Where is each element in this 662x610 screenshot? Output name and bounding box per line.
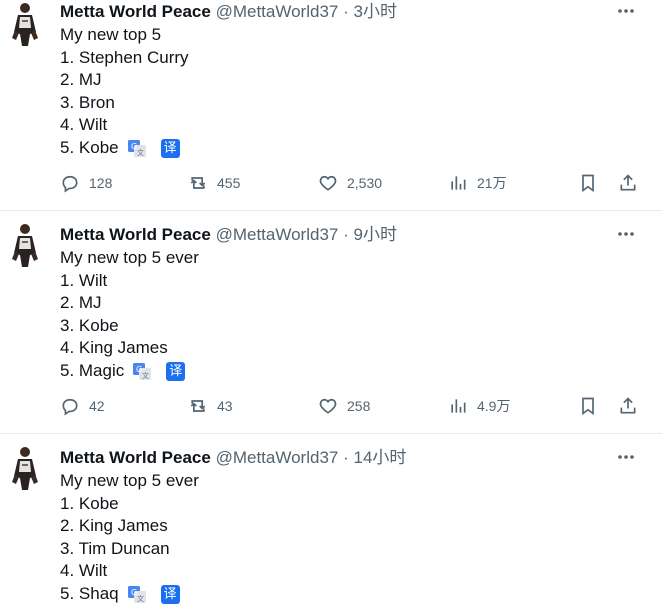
tweet-line: My new top 5 [60, 25, 162, 44]
svg-text:文: 文 [137, 594, 144, 603]
tweet-line: 4. Wilt [60, 561, 108, 580]
translate-badge[interactable]: 译 [160, 138, 180, 158]
view-count: 4.9万 [477, 398, 511, 414]
tweet-line: 3. Kobe [60, 315, 119, 335]
author-handle[interactable]: @MettaWorld37 [216, 225, 339, 244]
share-button[interactable] [618, 173, 647, 193]
reply-icon [62, 175, 78, 193]
reply-count: 42 [89, 398, 105, 414]
repost-count: 43 [217, 398, 233, 414]
tweet-line: 1. Wilt [60, 270, 108, 290]
author-name[interactable]: Metta World Peace [60, 225, 211, 244]
more-horizontal-icon[interactable] [616, 226, 636, 242]
avatar[interactable] [10, 2, 40, 48]
author-handle[interactable]: @MettaWorld37 [216, 2, 339, 21]
repost-icon [190, 177, 206, 189]
like-count: 258 [347, 398, 371, 414]
author-handle[interactable]: @MettaWorld37 [216, 448, 339, 467]
tweet-line: My new top 5 ever [60, 471, 199, 490]
like-count: 2,530 [347, 175, 383, 191]
separator: · [343, 225, 349, 244]
share-icon [620, 397, 636, 414]
timestamp[interactable]: 9小时 [354, 225, 397, 244]
repost-button[interactable]: 43 [188, 396, 233, 416]
google-translate-icon[interactable]: G文 [127, 138, 147, 158]
tweet-line: 3. Tim Duncan [60, 538, 170, 558]
timestamp[interactable]: 3小时 [354, 2, 397, 21]
action-bar: 128 455 2,530 21万 [58, 173, 642, 195]
google-translate-icon[interactable]: G文 [132, 361, 152, 381]
author-name[interactable]: Metta World Peace [60, 2, 211, 21]
tweet[interactable]: Metta World Peace @MettaWorld37 · 3小时 My… [0, 0, 662, 211]
bookmark-icon [582, 174, 594, 193]
tweet-line: 2. MJ [60, 293, 102, 312]
action-bar: 42 43 258 4.9万 [58, 396, 642, 418]
separator: · [343, 2, 349, 21]
tweet-feed: Metta World Peace @MettaWorld37 · 3小时 My… [0, 0, 662, 610]
reply-count: 128 [89, 175, 113, 191]
repost-button[interactable]: 455 [188, 173, 240, 193]
share-icon [620, 174, 636, 191]
like-button[interactable]: 258 [318, 396, 370, 416]
heart-icon [319, 175, 337, 191]
tweet-last-line: 5. Kobe G 文译 [60, 137, 620, 160]
share-button[interactable] [618, 396, 647, 416]
translate-badge[interactable]: 译 [166, 361, 186, 381]
tweet-line: 5. Magic [60, 360, 125, 380]
bookmark-icon [582, 397, 594, 416]
tweet[interactable]: Metta World Peace @MettaWorld37 · 14小时 M… [0, 434, 662, 610]
more-horizontal-icon[interactable] [616, 3, 636, 19]
more-horizontal-icon[interactable] [616, 449, 636, 465]
tweet[interactable]: Metta World Peace @MettaWorld37 · 9小时 My… [0, 211, 662, 434]
tweet-line: My new top 5 ever [60, 248, 199, 267]
repost-icon [190, 400, 206, 412]
tweet-line: 5. Kobe [60, 137, 119, 157]
heart-icon [319, 398, 337, 414]
like-button[interactable]: 2,530 [318, 173, 382, 193]
tweet-header: Metta World Peace @MettaWorld37 · 14小时 [60, 447, 406, 471]
tweet-header: Metta World Peace @MettaWorld37 · 9小时 [60, 224, 397, 248]
author-name[interactable]: Metta World Peace [60, 448, 211, 467]
tweet-line: 3. Bron [60, 92, 115, 112]
tweet-line: 2. MJ [60, 70, 102, 89]
tweet-header: Metta World Peace @MettaWorld37 · 3小时 [60, 1, 397, 25]
view-count: 21万 [477, 175, 507, 191]
svg-text:文: 文 [137, 148, 144, 157]
views-button[interactable]: 21万 [448, 173, 507, 193]
tweet-line: 4. King James [60, 338, 168, 357]
views-chart-icon [451, 399, 466, 413]
avatar[interactable] [10, 446, 40, 492]
tweet-last-line: 5. Shaq G 文译 [60, 583, 620, 606]
reply-button[interactable]: 128 [60, 173, 112, 193]
bookmark-button[interactable] [578, 396, 607, 416]
tweet-text: My new top 5 1. Stephen Curry 2. MJ 3. B… [60, 24, 620, 159]
avatar[interactable] [10, 223, 40, 269]
tweet-line: 1. Kobe [60, 493, 119, 513]
tweet-line: 5. Shaq [60, 583, 119, 603]
tweet-line: 1. Stephen Curry [60, 47, 189, 67]
google-translate-icon[interactable]: G文 [127, 584, 147, 604]
views-chart-icon [451, 176, 466, 190]
separator: · [343, 448, 349, 467]
repost-count: 455 [217, 175, 241, 191]
tweet-line: 2. King James [60, 516, 168, 535]
svg-text:文: 文 [142, 371, 149, 380]
views-button[interactable]: 4.9万 [448, 396, 510, 416]
timestamp[interactable]: 14小时 [354, 448, 407, 467]
tweet-line: 4. Wilt [60, 115, 108, 134]
reply-icon [62, 398, 78, 416]
tweet-text: My new top 5 ever 1. Wilt 2. MJ 3. Kobe … [60, 247, 620, 382]
bookmark-button[interactable] [578, 173, 607, 193]
tweet-last-line: 5. Magic G 文译 [60, 360, 620, 383]
reply-button[interactable]: 42 [60, 396, 105, 416]
tweet-text: My new top 5 ever 1. Kobe 2. King James … [60, 470, 620, 605]
translate-badge[interactable]: 译 [160, 584, 180, 604]
